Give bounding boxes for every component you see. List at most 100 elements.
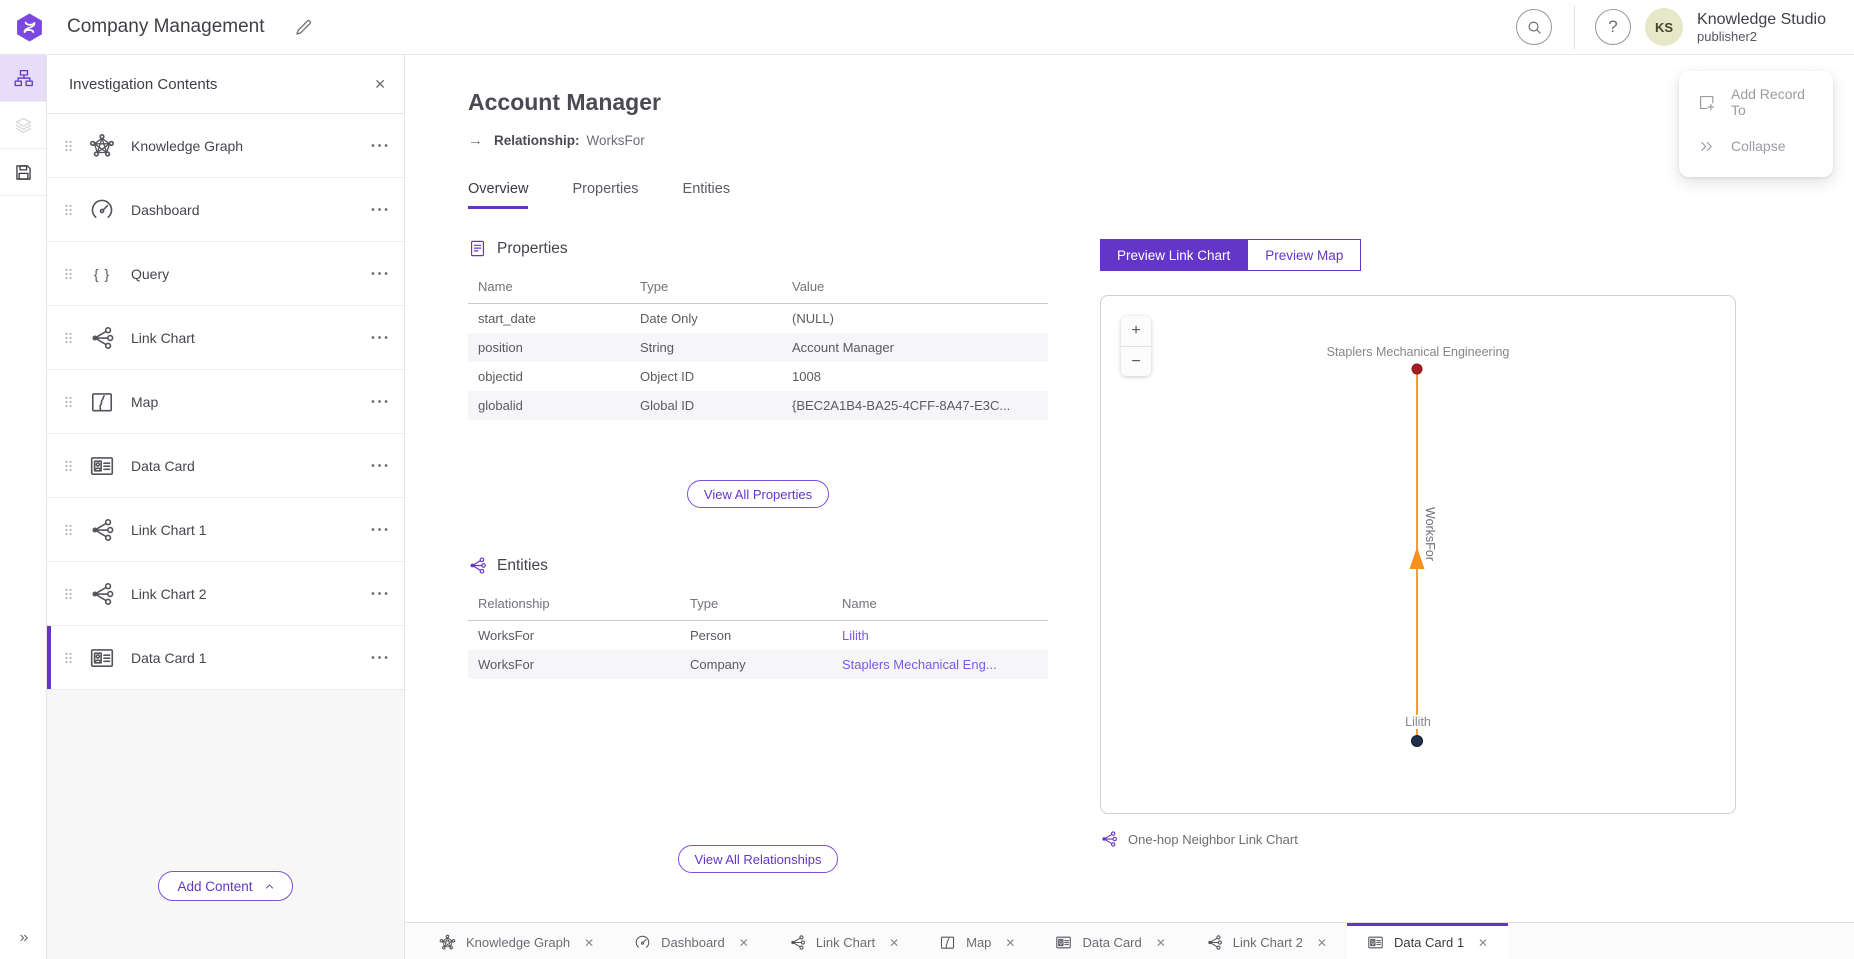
avatar[interactable]: KS: [1645, 8, 1683, 46]
sidebar-item-dashboard[interactable]: Dashboard: [47, 178, 404, 242]
layers-icon: [13, 115, 34, 136]
zoom-controls: + −: [1121, 316, 1151, 376]
app-logo-icon[interactable]: [14, 12, 45, 43]
chart-caption: One-hop Neighbor Link Chart: [1100, 830, 1736, 848]
bottom-tab-data-card[interactable]: Data Card ✕: [1035, 923, 1185, 959]
tab-properties[interactable]: Properties: [572, 181, 638, 209]
drag-handle-icon[interactable]: [61, 647, 76, 669]
item-menu-icon[interactable]: [369, 135, 390, 156]
close-tab-icon[interactable]: ✕: [584, 936, 594, 950]
item-menu-icon[interactable]: [369, 199, 390, 220]
bottom-tab-label: Knowledge Graph: [466, 935, 570, 950]
sidebar-item-map[interactable]: Map: [47, 370, 404, 434]
edit-title-pencil-icon[interactable]: [293, 17, 314, 38]
close-tab-icon[interactable]: ✕: [739, 936, 749, 950]
link-chart-preview[interactable]: + − Staplers Mechanical Engineering Work…: [1100, 295, 1736, 814]
bottom-tab-label: Dashboard: [661, 935, 725, 950]
record-type-value: WorksFor: [587, 133, 645, 148]
tab-overview[interactable]: Overview: [468, 181, 528, 209]
data-card-icon: [1055, 934, 1072, 951]
cell-name: position: [468, 333, 630, 362]
user-block: Knowledge Studio publisher2: [1697, 10, 1826, 45]
drag-handle-icon[interactable]: [61, 327, 76, 349]
expand-panel-icon[interactable]: »: [0, 929, 46, 947]
cell-value: {BEC2A1B4-BA25-4CFF-8A47-E3C...: [782, 391, 1048, 420]
close-tab-icon[interactable]: ✕: [1005, 936, 1015, 950]
sidebar-item-label: Data Card: [131, 458, 195, 474]
close-tab-icon[interactable]: ✕: [889, 936, 899, 950]
preview-map-button[interactable]: Preview Map: [1247, 239, 1361, 271]
topbar-divider: [1574, 5, 1575, 49]
bottom-tab-link-chart-2[interactable]: Link Chart 2 ✕: [1186, 923, 1347, 959]
rail-item-layers[interactable]: [0, 102, 46, 149]
tab-entities[interactable]: Entities: [683, 181, 731, 209]
search-button[interactable]: [1516, 9, 1552, 45]
view-all-relationships-button[interactable]: View All Relationships: [678, 845, 839, 873]
record-view: Account Manager → Relationship: WorksFor…: [405, 55, 1854, 922]
bottom-tab-label: Link Chart 2: [1233, 935, 1303, 950]
close-tab-icon[interactable]: ✕: [1478, 936, 1488, 950]
cell-type: Date Only: [630, 304, 782, 334]
drag-handle-icon[interactable]: [61, 263, 76, 285]
zoom-in-button[interactable]: +: [1121, 316, 1151, 346]
sidebar-item-query[interactable]: { } Query: [47, 242, 404, 306]
bottom-tab-knowledge-graph[interactable]: Knowledge Graph ✕: [419, 923, 614, 959]
preview-toggle: Preview Link Chart Preview Map: [1100, 239, 1361, 271]
view-all-properties-button[interactable]: View All Properties: [687, 480, 829, 508]
investigation-title: Company Management: [67, 16, 265, 38]
link-chart-canvas[interactable]: [1101, 296, 1735, 813]
sidebar-item-link-chart-1[interactable]: Link Chart 1: [47, 498, 404, 562]
col-header: Name: [832, 588, 1048, 621]
sidebar-item-link-chart-2[interactable]: Link Chart 2: [47, 562, 404, 626]
bottom-tab-link-chart[interactable]: Link Chart ✕: [769, 923, 919, 959]
drag-handle-icon[interactable]: [61, 519, 76, 541]
sidebar-item-link-chart[interactable]: Link Chart: [47, 306, 404, 370]
item-menu-icon[interactable]: [369, 327, 390, 348]
bottom-tab-label: Map: [966, 935, 991, 950]
search-icon: [1525, 18, 1544, 37]
bottom-tab-map[interactable]: Map ✕: [919, 923, 1035, 959]
sidebar-item-data-card[interactable]: Data Card: [47, 434, 404, 498]
drag-handle-icon[interactable]: [61, 583, 76, 605]
entity-link[interactable]: Lilith: [842, 628, 869, 643]
item-menu-icon[interactable]: [369, 647, 390, 668]
rail-item-save[interactable]: [0, 149, 46, 196]
entity-link[interactable]: Staplers Mechanical Eng...: [842, 657, 997, 672]
help-button[interactable]: ?: [1595, 9, 1631, 45]
drag-handle-icon[interactable]: [61, 391, 76, 413]
bottom-tab-data-card-1[interactable]: Data Card 1 ✕: [1347, 923, 1508, 959]
link-chart-icon: [1206, 934, 1223, 951]
node-label-person[interactable]: Lilith: [1101, 713, 1735, 731]
link-chart-icon: [1100, 830, 1118, 848]
preview-link-chart-button[interactable]: Preview Link Chart: [1100, 239, 1247, 271]
item-menu-icon[interactable]: [369, 519, 390, 540]
drag-handle-icon[interactable]: [61, 455, 76, 477]
tree-hierarchy-icon: [13, 68, 34, 89]
menu-item-add-record-to[interactable]: Add Record To: [1679, 80, 1833, 124]
drag-handle-icon[interactable]: [61, 199, 76, 221]
item-menu-icon[interactable]: [369, 391, 390, 412]
drag-handle-icon[interactable]: [61, 135, 76, 157]
edge-label-worksfor[interactable]: WorksFor: [1423, 507, 1437, 561]
cell-name: globalid: [468, 391, 630, 420]
menu-item-collapse[interactable]: Collapse: [1679, 124, 1833, 168]
add-content-button[interactable]: Add Content: [158, 871, 292, 901]
item-menu-icon[interactable]: [369, 455, 390, 476]
collapse-icon: [1697, 137, 1716, 156]
sidebar-item-data-card-1[interactable]: Data Card 1: [47, 626, 404, 690]
knowledge-graph-icon: [89, 133, 115, 159]
sidebar-item-knowledge-graph[interactable]: Knowledge Graph: [47, 114, 404, 178]
zoom-out-button[interactable]: −: [1121, 346, 1151, 376]
sidebar-item-label: Dashboard: [131, 202, 200, 218]
node-label-company[interactable]: Staplers Mechanical Engineering: [1101, 345, 1735, 359]
close-tab-icon[interactable]: ✕: [1156, 936, 1166, 950]
overview-left-column: Properties Name Type Value: [468, 239, 1048, 873]
rail-item-contents[interactable]: [0, 55, 46, 102]
table-row: start_date Date Only (NULL): [468, 304, 1048, 334]
item-menu-icon[interactable]: [369, 583, 390, 604]
close-panel-icon[interactable]: ✕: [374, 76, 386, 93]
item-menu-icon[interactable]: [369, 263, 390, 284]
close-tab-icon[interactable]: ✕: [1317, 936, 1327, 950]
bottom-tab-dashboard[interactable]: Dashboard ✕: [614, 923, 769, 959]
sidebar-title: Investigation Contents: [69, 76, 217, 93]
